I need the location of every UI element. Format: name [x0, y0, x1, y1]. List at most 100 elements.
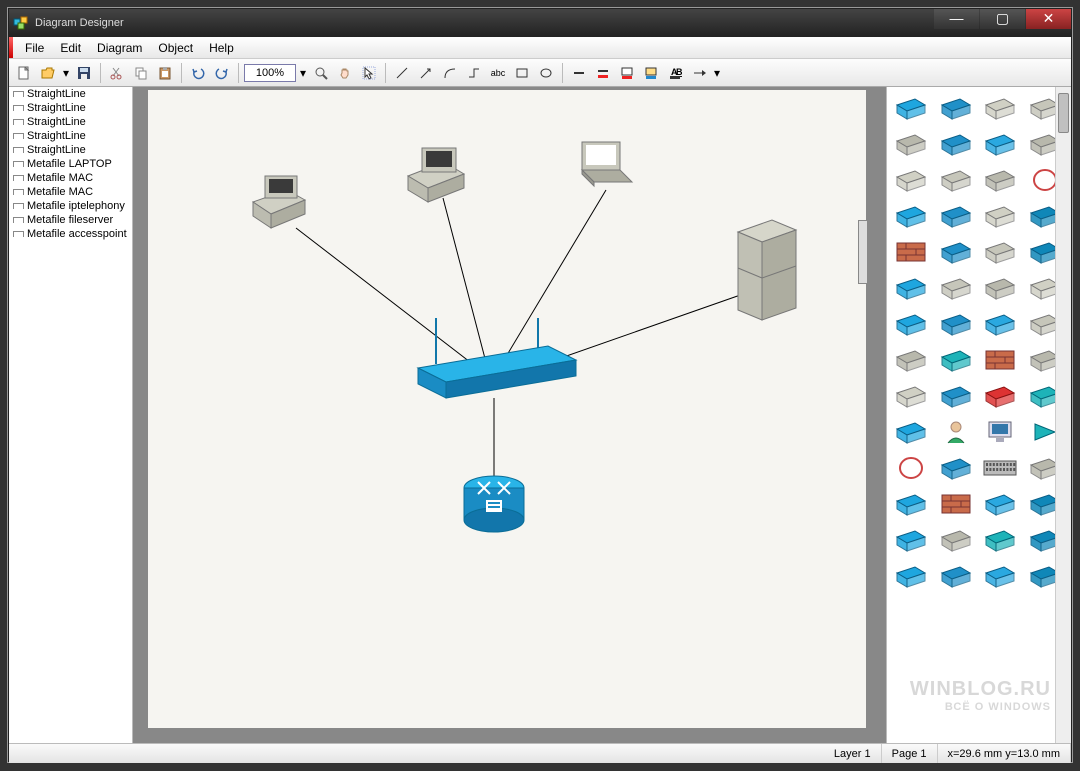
palette-box-blue-a[interactable] [893, 525, 929, 555]
palette-arrow-set[interactable] [982, 93, 1018, 123]
palette-modem[interactable] [893, 381, 929, 411]
menu-object[interactable]: Object [150, 38, 201, 58]
palette-firewall-red[interactable] [893, 237, 929, 267]
object-list-item[interactable]: Metafile MAC [9, 171, 132, 185]
palette-tower-blue[interactable] [893, 309, 929, 339]
line-weight-button[interactable] [568, 62, 590, 84]
arrow-style-button[interactable] [688, 62, 710, 84]
menu-file[interactable]: File [17, 38, 52, 58]
text-tool[interactable]: abc [487, 62, 509, 84]
line-tool[interactable] [391, 62, 413, 84]
copy-button[interactable] [130, 62, 152, 84]
status-layer[interactable]: Layer 1 [824, 744, 882, 763]
zoom-input[interactable]: 100% [244, 64, 296, 82]
redo-button[interactable] [211, 62, 233, 84]
palette-globe[interactable] [982, 273, 1018, 303]
curve-tool[interactable] [439, 62, 461, 84]
object-list-panel[interactable]: StraightLineStraightLineStraightLineStra… [9, 87, 133, 743]
palette-workstation-alt[interactable] [938, 165, 974, 195]
object-list-item[interactable]: Metafile accesspoint [9, 227, 132, 241]
palette-router-box[interactable] [938, 201, 974, 231]
paste-button[interactable] [154, 62, 176, 84]
palette-circle-hollow[interactable] [893, 453, 929, 483]
minimize-button[interactable]: — [934, 9, 979, 29]
arrow-tool[interactable] [415, 62, 437, 84]
status-page[interactable]: Page 1 [882, 744, 938, 763]
palette-node-blue[interactable] [893, 417, 929, 447]
text-color-button[interactable]: AB [664, 62, 686, 84]
palette-cylinder-teal[interactable] [938, 345, 974, 375]
menu-help[interactable]: Help [201, 38, 242, 58]
object-list-item[interactable]: StraightLine [9, 143, 132, 157]
palette-monitor-blue[interactable] [982, 129, 1018, 159]
palette-switch-small[interactable] [938, 309, 974, 339]
palette-disk[interactable] [938, 273, 974, 303]
canvas-viewport[interactable] [133, 87, 886, 743]
shape-palette[interactable]: WINBLOG.RU ВСЁ О WINDOWS [886, 87, 1071, 743]
palette-base-station[interactable] [893, 345, 929, 375]
palette-switch-icon[interactable] [982, 489, 1018, 519]
scrollbar-thumb[interactable] [1058, 93, 1069, 133]
palette-radio-icon[interactable] [893, 561, 929, 591]
palette-workstation[interactable] [893, 165, 929, 195]
palette-panel-red[interactable] [982, 381, 1018, 411]
object-list-item[interactable]: StraightLine [9, 87, 132, 101]
magnify-button[interactable] [310, 62, 332, 84]
save-button[interactable] [73, 62, 95, 84]
palette-switch-round[interactable] [982, 309, 1018, 339]
object-list-item[interactable]: Metafile MAC [9, 185, 132, 199]
palette-stack-blue[interactable] [893, 93, 929, 123]
object-list-item[interactable]: Metafile iptelephony [9, 199, 132, 213]
palette-firewall-alt[interactable] [982, 345, 1018, 375]
object-list-item[interactable]: StraightLine [9, 129, 132, 143]
open-dropdown[interactable]: ▾ [61, 62, 71, 84]
palette-keyboard[interactable] [982, 453, 1018, 483]
maximize-button[interactable]: ▢ [980, 9, 1025, 29]
canvas-scroll-handle[interactable] [858, 220, 868, 284]
palette-box-teal-a[interactable] [982, 525, 1018, 555]
palette-server-grey[interactable] [893, 129, 929, 159]
palette-scrollbar[interactable] [1055, 87, 1071, 743]
connector-tool[interactable] [463, 62, 485, 84]
menu-edit[interactable]: Edit [52, 38, 89, 58]
palette-cloud-icon[interactable] [982, 237, 1018, 267]
palette-laptop-blue[interactable] [938, 129, 974, 159]
zoom-dropdown[interactable]: ▾ [298, 62, 308, 84]
pan-hand-button[interactable] [334, 62, 356, 84]
open-file-button[interactable] [37, 62, 59, 84]
fill-color-button[interactable] [616, 62, 638, 84]
titlebar[interactable]: Diagram Designer — ▢ ✕ [9, 9, 1071, 37]
cut-button[interactable] [106, 62, 128, 84]
object-list-item[interactable]: StraightLine [9, 115, 132, 129]
ellipse-tool[interactable] [535, 62, 557, 84]
palette-switch-layer[interactable] [938, 237, 974, 267]
object-list-item[interactable]: Metafile fileserver [9, 213, 132, 227]
palette-token-ring[interactable] [938, 453, 974, 483]
palette-tablet[interactable] [982, 165, 1018, 195]
palette-shape-cross[interactable] [893, 273, 929, 303]
palette-brick-wall[interactable] [938, 489, 974, 519]
diagram-canvas[interactable] [147, 89, 867, 729]
palette-person[interactable] [938, 417, 974, 447]
menubar: File Edit Diagram Object Help [9, 37, 1071, 59]
menu-diagram[interactable]: Diagram [89, 38, 150, 58]
palette-box-grey-a[interactable] [938, 525, 974, 555]
palette-ap-icon[interactable] [982, 561, 1018, 591]
new-file-button[interactable] [13, 62, 35, 84]
palette-shelf-box[interactable] [982, 201, 1018, 231]
close-button[interactable]: ✕ [1026, 9, 1071, 29]
palette-monitor[interactable] [982, 417, 1018, 447]
style-dropdown[interactable]: ▾ [712, 62, 722, 84]
undo-button[interactable] [187, 62, 209, 84]
pointer-tool-button[interactable] [358, 62, 380, 84]
palette-waves-blue[interactable] [938, 561, 974, 591]
object-list-item[interactable]: StraightLine [9, 101, 132, 115]
rect-tool[interactable] [511, 62, 533, 84]
palette-router-blue[interactable] [893, 201, 929, 231]
palette-switch-flat[interactable] [938, 381, 974, 411]
palette-hub-blue[interactable] [938, 93, 974, 123]
fill-2-button[interactable] [640, 62, 662, 84]
line-color-button[interactable] [592, 62, 614, 84]
palette-ssl-appliance[interactable] [893, 489, 929, 519]
object-list-item[interactable]: Metafile LAPTOP [9, 157, 132, 171]
